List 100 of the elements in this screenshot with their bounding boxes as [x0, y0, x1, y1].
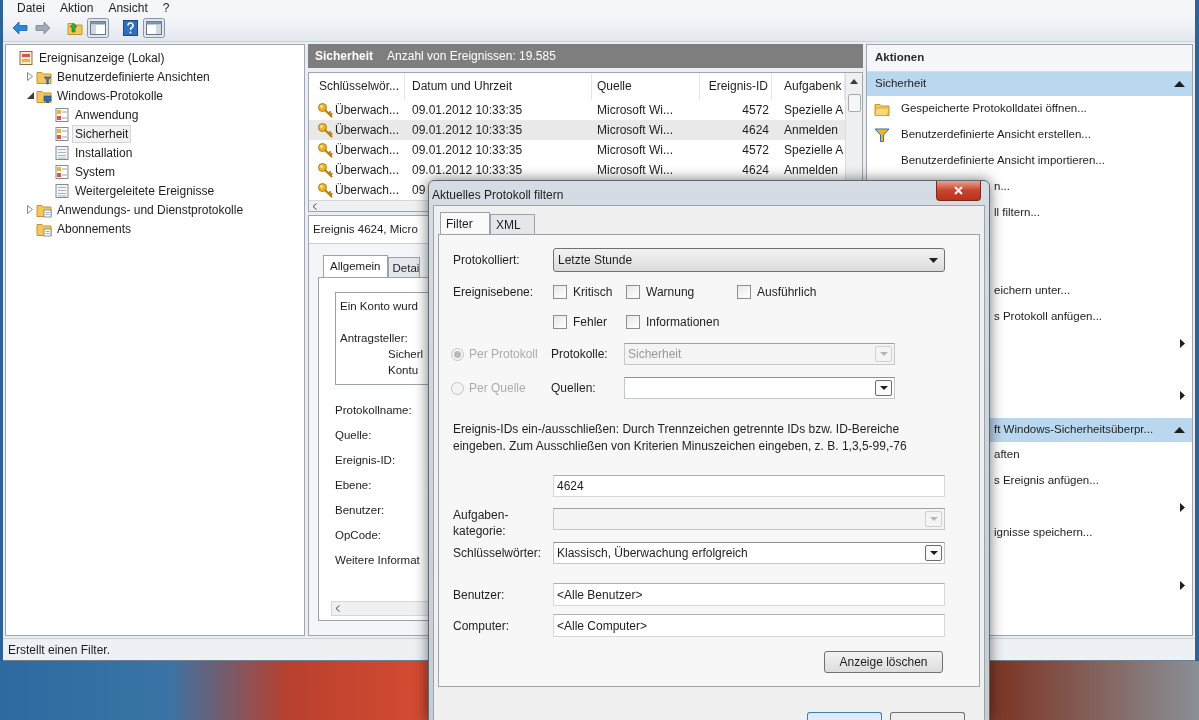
description-text: Ein Konto wurd	[340, 299, 418, 314]
dialog-button[interactable]	[807, 712, 882, 720]
checkbox-label[interactable]: Warnung	[646, 283, 695, 301]
expand-arrow-icon[interactable]	[27, 205, 33, 214]
tree-item[interactable]: Installation	[72, 143, 136, 162]
dialog-tab[interactable]: XML	[490, 214, 535, 234]
table-cell-text: 09.01.2012 10:33:35	[411, 142, 524, 159]
dropdown-arrow-icon	[929, 517, 938, 521]
dropdown-button[interactable]	[925, 545, 942, 561]
expand-arrow-icon[interactable]	[27, 72, 33, 81]
action-item[interactable]: s Protokoll anfügen...	[994, 308, 1103, 326]
document-list-icon	[54, 106, 70, 123]
checkbox[interactable]	[626, 285, 640, 299]
description-text: Kontu	[388, 363, 419, 378]
menu-item[interactable]: Ansicht	[108, 0, 148, 15]
action-item[interactable]: n...	[994, 178, 1010, 196]
table-cell-text: Microsoft Wi...	[596, 122, 674, 139]
submenu-arrow-icon[interactable]	[1180, 338, 1185, 348]
clear-button[interactable]: Anzeige löschen	[824, 651, 943, 673]
action-item[interactable]: ll filtern...	[994, 204, 1040, 222]
tree-item[interactable]: Windows-Protokolle	[54, 86, 167, 105]
dialog-title: Aktuelles Protokoll filtern	[432, 187, 564, 204]
table-cell-text: Überwach...	[335, 122, 400, 139]
event-id-field[interactable]: 4624	[553, 475, 945, 497]
table-cell-text: 4572	[741, 102, 770, 119]
field-label: Benutzer:	[335, 503, 385, 518]
submenu-arrow-icon[interactable]	[1180, 502, 1185, 512]
collapse-triangle-icon[interactable]	[1174, 81, 1185, 87]
key-icon	[317, 142, 333, 158]
action-item[interactable]: aften	[994, 446, 1020, 464]
close-button[interactable]	[936, 181, 981, 201]
section-title: ft Windows-Sicherheitsüberpr...	[994, 422, 1154, 438]
filter-icon	[874, 127, 890, 143]
window-right-pane-icon[interactable]	[143, 18, 165, 38]
keywords-dropdown[interactable]: Klassisch, Überwachung erfolgreich	[553, 542, 945, 564]
tree-item[interactable]: System	[72, 162, 118, 181]
action-item[interactable]: ignisse speichern...	[994, 524, 1093, 542]
window-left-pane-icon[interactable]	[87, 18, 109, 38]
collapse-triangle-icon[interactable]	[1174, 427, 1185, 433]
collapse-arrow-icon[interactable]	[26, 92, 34, 99]
checkbox[interactable]	[626, 315, 640, 329]
dialog-button[interactable]	[890, 712, 965, 720]
checkbox-label[interactable]: Fehler	[573, 313, 607, 331]
table-cell-text: Anmelden	[783, 162, 840, 179]
horizontal-scrollbar[interactable]	[309, 200, 429, 211]
horizontal-scrollbar[interactable]	[331, 601, 431, 616]
menu-item[interactable]: Aktion	[60, 0, 94, 15]
status-text: Erstellt einen Filter.	[7, 641, 112, 659]
folder-up-icon[interactable]	[67, 20, 83, 36]
details-tab[interactable]: Allgemein	[323, 255, 388, 277]
submenu-arrow-icon[interactable]	[1180, 390, 1185, 400]
back-arrow-icon[interactable]	[12, 21, 28, 35]
dropdown-arrow-icon	[879, 386, 888, 390]
field-label: Computer:	[453, 617, 511, 635]
tree-item[interactable]: Anwendungs- und Dienstprotokolle	[54, 200, 247, 219]
section-header[interactable]: Sicherheit	[867, 72, 1192, 96]
scroll-up-arrow-icon	[850, 79, 858, 84]
logged-dropdown[interactable]: Letzte Stunde	[553, 248, 945, 272]
table-cell-text: Spezielle A	[783, 102, 845, 119]
table-cell-text: 4572	[741, 142, 770, 159]
table-cell-text: 09.01.2012 10:33:35	[411, 122, 524, 139]
document-icon	[54, 182, 70, 199]
checkbox-label[interactable]: Informationen	[646, 313, 720, 331]
action-item[interactable]: Gespeicherte Protokolldatei öffnen...	[867, 96, 1192, 122]
forward-arrow-icon[interactable]	[35, 21, 51, 35]
checkbox[interactable]	[553, 315, 567, 329]
computer-field[interactable]: <Alle Computer>	[553, 614, 945, 637]
checkbox[interactable]	[737, 285, 751, 299]
tree-item[interactable]: Weitergeleitete Ereignisse	[72, 181, 218, 200]
key-icon	[317, 122, 333, 138]
menu-item[interactable]: ?	[162, 0, 170, 15]
close-icon	[954, 186, 963, 195]
tree-item[interactable]: Ereignisanzeige (Lokal)	[36, 48, 168, 67]
user-field[interactable]: <Alle Benutzer>	[553, 583, 945, 606]
checkbox[interactable]	[553, 285, 567, 299]
tree-item[interactable]: Abonnements	[54, 219, 135, 238]
checkbox-label[interactable]: Kritisch	[573, 283, 613, 301]
dialog-tab[interactable]: Filter	[440, 212, 490, 234]
table-cell-text: 4624	[741, 122, 770, 139]
tree-item[interactable]: Anwendung	[72, 105, 142, 124]
checkbox-label[interactable]: Ausführlich	[757, 283, 817, 301]
table-cell-text: Überwach...	[335, 182, 400, 199]
field-label: Ereignisebene:	[453, 285, 535, 299]
scrollbar-thumb[interactable]	[847, 94, 861, 112]
field-label: Aufgaben-kategorie:	[453, 507, 510, 539]
menu-item[interactable]: Datei	[17, 0, 45, 15]
event-details-title: Ereignis 4624, Micro	[313, 221, 418, 237]
tree-item[interactable]: Sicherheit	[72, 124, 132, 143]
submenu-arrow-icon[interactable]	[1180, 580, 1185, 590]
table-row[interactable]: Überwach... 09.01.2012 10:33:35 Microsoft Wi... 4624 Anmelden	[309, 120, 845, 140]
document-icon	[54, 144, 70, 161]
action-item[interactable]: s Ereignis anfügen...	[994, 472, 1099, 490]
action-item[interactable]: Benutzerdefinierte Ansicht importieren...	[867, 148, 1192, 174]
help-icon[interactable]	[123, 20, 138, 36]
field-label: Quellen:	[551, 380, 597, 397]
tree-item[interactable]: Benutzerdefinierte Ansichten	[54, 67, 213, 86]
table-cell-text: 09	[411, 182, 426, 199]
field-label: Protokollname:	[335, 403, 412, 418]
action-item[interactable]: Benutzerdefinierte Ansicht erstellen...	[867, 122, 1192, 148]
action-item[interactable]: eichern unter...	[994, 282, 1071, 300]
